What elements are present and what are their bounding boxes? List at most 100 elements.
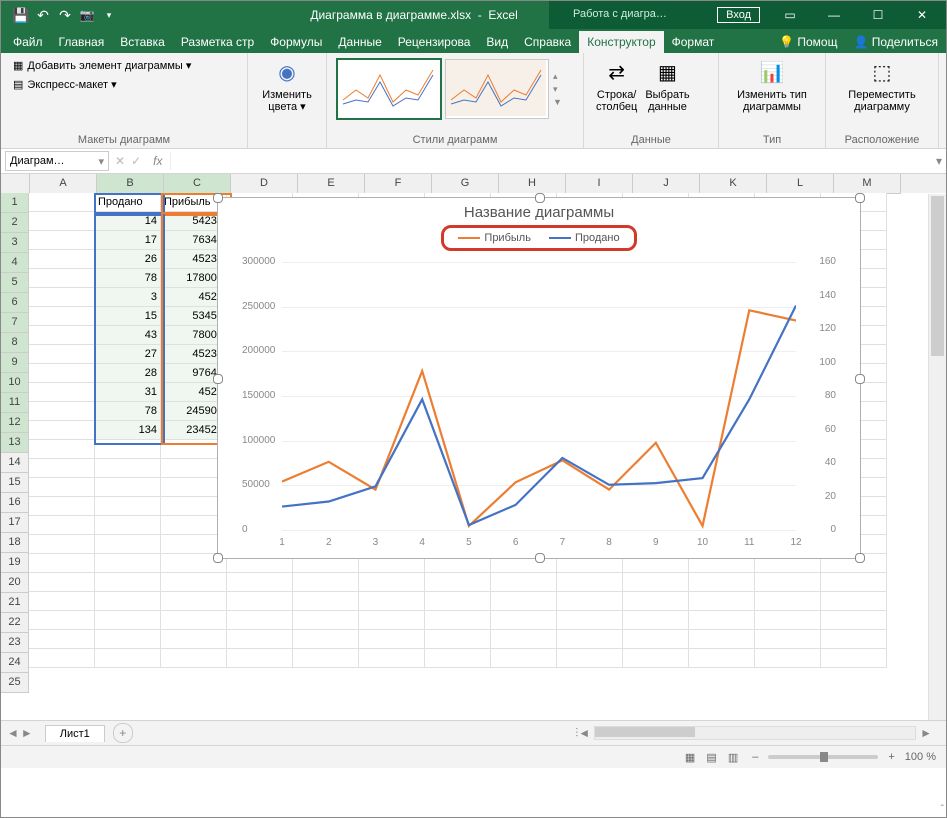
row-header-24[interactable]: 24 xyxy=(1,653,29,673)
change-colors-button[interactable]: ◉ Изменить цвета ▾ xyxy=(256,57,318,115)
cell-B1[interactable]: Продано xyxy=(95,193,161,212)
cell-B22[interactable] xyxy=(95,592,161,611)
cell-I23[interactable] xyxy=(557,611,623,630)
cell-A14[interactable] xyxy=(29,440,95,459)
ribbon-display-icon[interactable]: ▭ xyxy=(768,1,812,29)
cell-A6[interactable] xyxy=(29,288,95,307)
chart-series-Прибыль[interactable] xyxy=(282,310,796,526)
cell-M24[interactable] xyxy=(821,630,887,649)
cell-B11[interactable]: 31 xyxy=(95,383,161,402)
change-chart-type-button[interactable]: 📊Изменить тип диаграммы xyxy=(727,57,817,115)
row-header-10[interactable]: 10 xyxy=(1,373,29,393)
horizontal-scrollbar[interactable]: ⫶◄ ► xyxy=(575,726,946,741)
col-header-I[interactable]: I xyxy=(566,174,633,194)
hscroll-right-icon[interactable]: ► xyxy=(920,726,932,740)
tab-help[interactable]: Справка xyxy=(516,31,579,53)
row-header-14[interactable]: 14 xyxy=(1,453,29,473)
col-header-C[interactable]: C xyxy=(164,174,231,194)
cell-B12[interactable]: 78 xyxy=(95,402,161,421)
login-button[interactable]: Вход xyxy=(717,7,760,23)
vertical-scrollbar[interactable] xyxy=(928,194,946,720)
cell-B25[interactable] xyxy=(95,649,161,668)
sheet-tab-1[interactable]: Лист1 xyxy=(45,725,105,742)
resize-handle-s[interactable] xyxy=(535,553,545,563)
cell-A18[interactable] xyxy=(29,516,95,535)
cell-J24[interactable] xyxy=(623,630,689,649)
redo-icon[interactable]: ↷ xyxy=(55,5,75,25)
cell-A5[interactable] xyxy=(29,269,95,288)
col-header-K[interactable]: K xyxy=(700,174,767,194)
cell-B13[interactable]: 134 xyxy=(95,421,161,440)
zoom-out-button[interactable]: – xyxy=(752,751,758,763)
cell-B24[interactable] xyxy=(95,630,161,649)
cell-G23[interactable] xyxy=(425,611,491,630)
cell-B3[interactable]: 17 xyxy=(95,231,161,250)
cell-A19[interactable] xyxy=(29,535,95,554)
resize-handle-ne[interactable] xyxy=(855,193,865,203)
cell-A17[interactable] xyxy=(29,497,95,516)
col-header-A[interactable]: A xyxy=(30,174,97,194)
cell-B18[interactable] xyxy=(95,516,161,535)
tab-file[interactable]: Файл xyxy=(5,31,51,53)
tell-me-button[interactable]: 💡 Помощ xyxy=(771,31,845,53)
cell-B23[interactable] xyxy=(95,611,161,630)
minimize-button[interactable]: — xyxy=(812,1,856,29)
cell-A7[interactable] xyxy=(29,307,95,326)
cell-A4[interactable] xyxy=(29,250,95,269)
cell-F24[interactable] xyxy=(359,630,425,649)
row-header-19[interactable]: 19 xyxy=(1,553,29,573)
cell-M25[interactable] xyxy=(821,649,887,668)
row-header-18[interactable]: 18 xyxy=(1,533,29,553)
cell-A15[interactable] xyxy=(29,459,95,478)
col-header-J[interactable]: J xyxy=(633,174,700,194)
cell-D24[interactable] xyxy=(227,630,293,649)
cell-J22[interactable] xyxy=(623,592,689,611)
cell-K25[interactable] xyxy=(689,649,755,668)
cell-B7[interactable]: 15 xyxy=(95,307,161,326)
hscroll-left-icon[interactable]: ◄ xyxy=(578,726,590,740)
select-all-corner[interactable] xyxy=(1,174,30,194)
row-header-22[interactable]: 22 xyxy=(1,613,29,633)
cell-B15[interactable] xyxy=(95,459,161,478)
cell-A22[interactable] xyxy=(29,592,95,611)
chart-series-Продано[interactable] xyxy=(282,306,796,525)
cell-B16[interactable] xyxy=(95,478,161,497)
tab-review[interactable]: Рецензирова xyxy=(390,31,479,53)
row-header-4[interactable]: 4 xyxy=(1,253,29,273)
qat-dropdown-icon[interactable]: ▾ xyxy=(99,5,119,25)
col-header-M[interactable]: M xyxy=(834,174,901,194)
cell-B9[interactable]: 27 xyxy=(95,345,161,364)
chart-style-2[interactable] xyxy=(445,59,549,119)
col-header-D[interactable]: D xyxy=(231,174,298,194)
tab-nav-next-icon[interactable]: ► xyxy=(21,726,33,740)
maximize-button[interactable]: ☐ xyxy=(856,1,900,29)
cell-A1[interactable] xyxy=(29,193,95,212)
cell-L22[interactable] xyxy=(755,592,821,611)
resize-handle-n[interactable] xyxy=(535,193,545,203)
cell-B19[interactable] xyxy=(95,535,161,554)
undo-icon[interactable]: ↶ xyxy=(33,5,53,25)
cell-M21[interactable] xyxy=(821,573,887,592)
tab-nav-prev-icon[interactable]: ◄ xyxy=(7,726,19,740)
resize-handle-e[interactable] xyxy=(855,374,865,384)
tab-formulas[interactable]: Формулы xyxy=(262,31,330,53)
legend-item-sold[interactable]: Продано xyxy=(549,232,620,244)
row-header-15[interactable]: 15 xyxy=(1,473,29,493)
add-chart-element-button[interactable]: ▦Добавить элемент диаграммы ▾ xyxy=(9,57,239,74)
cell-F23[interactable] xyxy=(359,611,425,630)
style-more-icon[interactable]: ▼ xyxy=(553,97,567,107)
cell-A3[interactable] xyxy=(29,231,95,250)
legend-item-profit[interactable]: Прибыль xyxy=(458,232,531,244)
cell-B17[interactable] xyxy=(95,497,161,516)
chart-legend[interactable]: Прибыль Продано xyxy=(441,225,636,251)
tab-view[interactable]: Вид xyxy=(478,31,516,53)
cell-E24[interactable] xyxy=(293,630,359,649)
collapse-ribbon-icon[interactable]: ˆ xyxy=(941,804,944,815)
cell-E23[interactable] xyxy=(293,611,359,630)
cell-C21[interactable] xyxy=(161,573,227,592)
cell-K22[interactable] xyxy=(689,592,755,611)
resize-handle-sw[interactable] xyxy=(213,553,223,563)
row-header-25[interactable]: 25 xyxy=(1,673,29,693)
cell-K24[interactable] xyxy=(689,630,755,649)
cell-J25[interactable] xyxy=(623,649,689,668)
